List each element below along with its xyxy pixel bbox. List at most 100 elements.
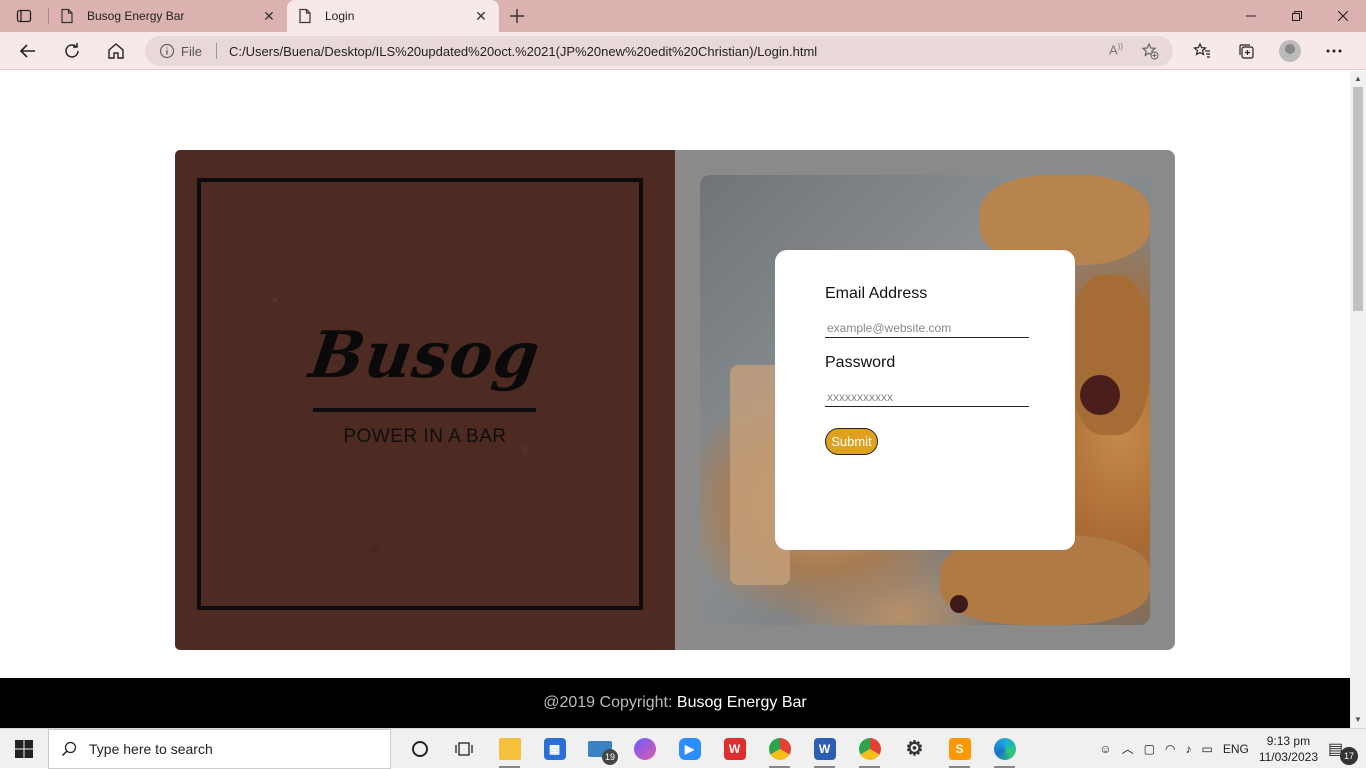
cranberry [950,595,968,613]
avatar [1279,40,1301,62]
scheme-label: File [181,43,202,59]
footer: @2019 Copyright: Busog Energy Bar [0,678,1350,728]
clock-time: 9:13 pm [1266,733,1311,748]
address-bar[interactable]: File C:/Users/Buena/Desktop/ILS%20update… [145,36,1173,66]
new-tab-button[interactable] [499,0,535,32]
brand-tagline: POWER IN A BAR [343,426,507,447]
minimize-icon [1246,15,1256,17]
submit-button[interactable]: Submit [825,428,878,455]
microsoft-store-button[interactable]: ▦ [532,729,577,769]
volume-icon[interactable]: ♪ [1185,742,1191,756]
info-icon [159,43,175,59]
copilot-button[interactable] [622,729,667,769]
cortana-icon [411,740,428,757]
word-button[interactable]: W [802,729,847,769]
footer-brand: Busog Energy Bar [676,694,807,711]
windows-logo-icon [15,739,33,758]
page-viewport: Busog POWER IN A BAR Email Address Passw… [0,71,1350,728]
wps-icon: W [723,737,746,760]
tab-title: Login [325,9,355,23]
email-field[interactable] [825,318,1029,338]
scrollbar-thumb[interactable] [1353,87,1363,311]
wps-office-button[interactable]: W [712,729,757,769]
wifi-icon[interactable]: ◠ [1165,742,1175,756]
people-icon[interactable]: ☺ [1099,742,1111,756]
read-aloud-icon[interactable]: A)) [1109,42,1123,60]
chrome-icon [768,737,791,760]
clock-date: 11/03/2023 [1258,749,1318,764]
tab-busog-energy-bar[interactable]: Busog Energy Bar ✕ [49,0,287,32]
url-text[interactable]: C:/Users/Buena/Desktop/ILS%20updated%20o… [229,44,1109,59]
close-tab-icon[interactable]: ✕ [473,8,489,25]
plus-icon [510,9,524,23]
home-button[interactable] [94,35,138,67]
battery-icon[interactable]: ▭ [1201,742,1212,756]
browser-toolbar: File C:/Users/Buena/Desktop/ILS%20update… [0,32,1366,70]
chrome-button[interactable] [757,729,802,769]
mail-button[interactable]: 19 [577,729,622,769]
task-view-button[interactable] [442,729,487,769]
close-window-button[interactable] [1320,0,1366,32]
home-icon [108,42,124,59]
favorites-button[interactable] [1180,35,1224,67]
language-indicator[interactable]: ENG [1223,742,1249,756]
windows-taskbar: Type here to search ▦ 19 ▶ W W ⚙ S ☺ ︿ ▢… [0,728,1366,769]
notification-badge: 17 [1340,746,1358,765]
brand-frame [197,178,643,610]
sublime-text-button[interactable]: S [937,729,982,769]
edge-icon [993,737,1016,760]
refresh-button[interactable] [50,35,94,67]
search-placeholder: Type here to search [89,740,213,757]
edge-button[interactable] [982,729,1027,769]
email-label: Email Address [825,285,928,302]
copyright-text: @2019 Copyright: [543,694,673,711]
restore-button[interactable] [1274,0,1320,32]
password-field[interactable] [825,387,1029,407]
browser-right-tools [1180,35,1356,67]
address-separator [215,43,217,59]
more-options-button[interactable] [1312,35,1356,67]
settings-button[interactable]: ⚙ [892,729,937,769]
file-explorer-button[interactable] [487,729,532,769]
gear-icon: ⚙ [905,738,924,760]
add-favorite-icon[interactable] [1141,42,1159,60]
system-tray: ☺ ︿ ▢ ◠ ♪ ▭ ENG 9:13 pm 11/03/2023 ▤ 17 [1099,733,1366,765]
mail-badge: 19 [602,748,618,765]
search-icon [61,741,77,756]
brand-panel: Busog POWER IN A BAR [175,150,675,650]
close-tab-icon[interactable]: ✕ [261,8,277,25]
zoom-button[interactable]: ▶ [667,729,712,769]
back-button[interactable] [6,35,50,67]
back-arrow-icon [19,43,35,58]
tab-actions-button[interactable] [0,0,48,32]
window-controls [1228,0,1366,32]
close-icon [1338,11,1348,21]
meet-now-icon[interactable]: ▢ [1144,742,1155,756]
password-label: Password [825,354,896,371]
brand-underline [313,408,536,412]
chrome-profile-button[interactable] [847,729,892,769]
task-view-icon [454,741,473,756]
scroll-up-icon[interactable]: ▲ [1350,71,1366,87]
tab-login[interactable]: Login ✕ [287,0,499,32]
notification-center-button[interactable]: ▤ 17 [1328,739,1358,765]
start-button[interactable] [0,729,48,769]
chrome-icon [858,737,881,760]
profile-button[interactable] [1268,35,1312,67]
chevron-up-icon[interactable]: ︿ [1122,740,1134,757]
taskbar-search[interactable]: Type here to search [48,728,391,769]
minimize-button[interactable] [1228,0,1274,32]
address-bar-icons: A)) [1109,42,1159,60]
scroll-down-icon[interactable]: ▼ [1350,712,1366,728]
page-icon [61,8,73,24]
clock[interactable]: 9:13 pm 11/03/2023 [1259,733,1318,765]
cortana-button[interactable] [397,729,442,769]
login-card: Email Address Password Submit [775,250,1075,550]
store-icon: ▦ [543,737,566,760]
folder-icon [498,737,521,760]
page-scrollbar[interactable]: ▲ ▼ [1350,71,1366,728]
word-icon: W [813,737,836,760]
collections-button[interactable] [1224,35,1268,67]
favorites-icon [1193,42,1210,58]
site-info-button[interactable]: File [159,43,202,59]
